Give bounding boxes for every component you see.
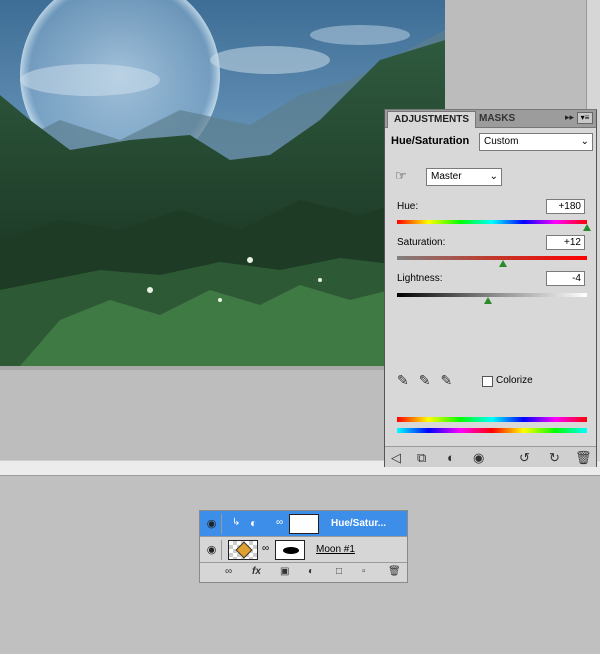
- landscape-image: [0, 0, 445, 366]
- layer-thumbnail[interactable]: [228, 540, 258, 560]
- adjustments-footer: ◁ ⧉ ◐ ◉ ↺ ↻ 🗑: [385, 446, 596, 467]
- tab-adjustments[interactable]: ADJUSTMENTS: [387, 111, 477, 128]
- visibility-eye-icon[interactable]: ◉: [473, 450, 484, 466]
- panel-menu-icon[interactable]: ▾≡: [577, 112, 593, 124]
- colorize-checkbox[interactable]: [482, 376, 493, 387]
- layer-mask-thumbnail[interactable]: [275, 540, 305, 560]
- clip-layer-icon[interactable]: ◐: [447, 450, 455, 465]
- chevron-down-icon: ⌄: [580, 136, 589, 147]
- channel-select[interactable]: Master ⌄: [426, 168, 502, 186]
- link-icon[interactable]: ∞: [225, 566, 232, 577]
- adjustment-layer-icon: ◐: [250, 516, 258, 530]
- tab-masks[interactable]: MASKS: [473, 111, 521, 128]
- canvas-shadow: [0, 366, 445, 370]
- folder-icon[interactable]: □: [336, 566, 342, 577]
- eyedropper-icon[interactable]: ✎: [397, 372, 419, 388]
- back-arrow-icon[interactable]: ◁: [391, 450, 401, 466]
- panel-tab-bar: ADJUSTMENTS MASKS ▸▸ ▾≡: [385, 110, 596, 128]
- layer-name[interactable]: Moon #1: [316, 544, 355, 555]
- fx-icon[interactable]: fx: [252, 566, 261, 577]
- lightness-input[interactable]: -4: [546, 271, 585, 286]
- canvas-background: [445, 0, 586, 112]
- adjustment-icon[interactable]: ◐: [308, 566, 314, 577]
- hue-label: Hue:: [397, 201, 419, 212]
- input-hue-bar: [397, 417, 587, 422]
- workspace: ADJUSTMENTS MASKS ▸▸ ▾≡ Hue/Saturation C…: [0, 0, 600, 654]
- link-icon: ∞: [276, 517, 284, 528]
- trash-icon[interactable]: 🗑: [388, 566, 401, 577]
- adjustment-title: Hue/Saturation: [391, 135, 470, 147]
- eyedropper-group: ✎✎✎: [397, 372, 462, 389]
- expand-view-icon[interactable]: ⧉: [417, 450, 426, 466]
- layers-footer: ∞ fx ▣ ◐ □ ▫ 🗑: [200, 564, 407, 582]
- view-previous-icon[interactable]: ↺: [519, 450, 530, 466]
- lightness-slider-thumb[interactable]: [484, 297, 493, 304]
- double-chevron-right-icon[interactable]: ▸▸: [565, 112, 574, 123]
- preset-select[interactable]: Custom ⌄: [479, 133, 593, 151]
- chevron-down-icon: ⌄: [489, 171, 498, 182]
- colorize-label: Colorize: [496, 375, 533, 386]
- saturation-label: Saturation:: [397, 237, 446, 248]
- targeted-adjustment-icon[interactable]: ☞: [395, 168, 407, 184]
- new-layer-icon[interactable]: ▫: [362, 566, 366, 577]
- adjustments-panel: ADJUSTMENTS MASKS ▸▸ ▾≡ Hue/Saturation C…: [384, 109, 597, 467]
- hue-slider-track[interactable]: [397, 220, 587, 224]
- document-canvas[interactable]: [0, 0, 445, 366]
- lightness-label: Lightness:: [397, 273, 443, 284]
- hue-input[interactable]: +180: [546, 199, 585, 214]
- eyedropper-add-icon[interactable]: ✎: [419, 372, 441, 388]
- layer-name[interactable]: Hue/Satur...: [331, 518, 386, 529]
- clip-arrow-icon: ↳: [232, 517, 241, 528]
- mask-shape: [283, 547, 299, 554]
- saturation-input[interactable]: +12: [546, 235, 585, 250]
- visibility-eye-icon[interactable]: ◉: [202, 514, 222, 534]
- layer-row-moon[interactable]: ◉ ∞ Moon #1: [200, 537, 407, 563]
- output-hue-bar: [397, 428, 587, 433]
- visibility-eye-icon[interactable]: ◉: [202, 540, 222, 560]
- layer-row-hue-saturation[interactable]: ◉ ↳ ◐ ∞ Hue/Satur...: [200, 511, 407, 537]
- reset-icon[interactable]: ↻: [549, 450, 560, 466]
- channel-value: Master: [431, 171, 462, 182]
- moon-thumbnail-shape: [235, 541, 253, 559]
- trash-icon[interactable]: 🗑: [575, 450, 592, 466]
- saturation-slider-track[interactable]: [397, 256, 587, 260]
- layer-mask-thumbnail[interactable]: [289, 514, 319, 534]
- hue-slider-thumb[interactable]: [583, 224, 591, 231]
- saturation-slider-thumb[interactable]: [499, 260, 508, 267]
- eyedropper-subtract-icon[interactable]: ✎: [440, 372, 462, 388]
- link-icon: ∞: [262, 543, 270, 554]
- mask-icon[interactable]: ▣: [280, 566, 289, 577]
- preset-value: Custom: [484, 136, 519, 147]
- layers-panel: ◉ ↳ ◐ ∞ Hue/Satur... ◉ ∞ Moon #1 ∞ fx ▣ …: [199, 510, 408, 583]
